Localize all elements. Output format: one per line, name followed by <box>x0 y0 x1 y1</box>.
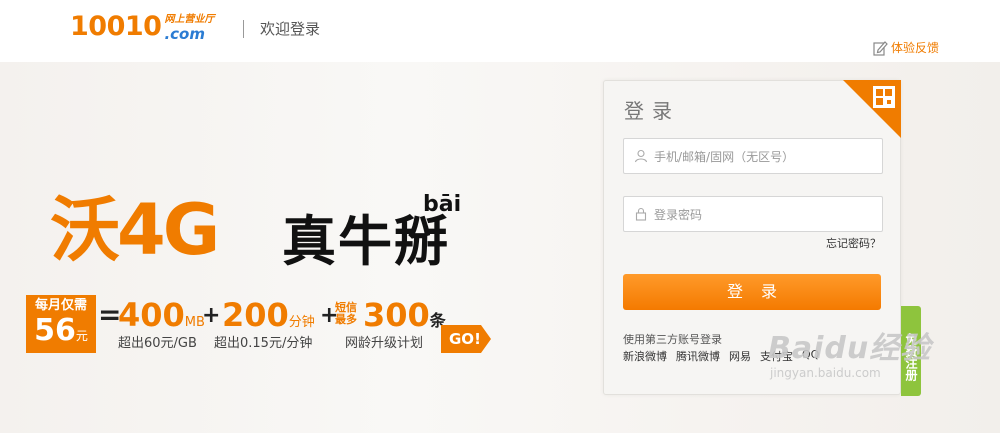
password-placeholder: 登录密码 <box>654 207 703 222</box>
data-sub: 超出60元/GB <box>118 336 197 351</box>
edit-icon <box>873 40 888 56</box>
logo[interactable]: 10010 网上营业厅 .com <box>70 11 214 43</box>
header-divider <box>243 20 244 38</box>
lock-icon <box>635 207 647 221</box>
password-input[interactable]: 登录密码 <box>623 196 883 232</box>
username-placeholder: 手机/邮箱/固网（无区号） <box>654 149 795 164</box>
watermark-url: jingyan.baidu.com <box>770 366 881 380</box>
sms-amount: 300条 <box>363 296 446 334</box>
page-title: 欢迎登录 <box>260 20 321 38</box>
user-icon <box>634 149 648 163</box>
login-button[interactable]: 登录 <box>623 274 881 310</box>
username-input[interactable]: 手机/邮箱/固网（无区号） <box>623 138 883 174</box>
third-party-weibo[interactable]: 新浪微博 <box>623 348 667 364</box>
price-label: 每月仅需 <box>34 298 87 313</box>
voice-amount: 200分钟 <box>222 296 315 334</box>
price-badge: 每月仅需 56元 <box>26 295 96 353</box>
promo-headline: 沃4G <box>50 189 220 271</box>
price-number: 56 <box>34 313 76 348</box>
third-party-label: 使用第三方账号登录 <box>623 333 722 346</box>
watermark-logo: Baidu经验 <box>768 331 932 366</box>
data-amount: 400MB <box>118 296 205 334</box>
header: 10010 网上营业厅 .com 欢迎登录 体验反馈 <box>0 0 1000 62</box>
sms-label: 短信 最多 <box>335 301 357 326</box>
third-party-netease[interactable]: 网易 <box>729 348 751 364</box>
feedback-label: 体验反馈 <box>891 41 940 55</box>
forgot-password-link[interactable]: 忘记密码？ <box>826 235 881 251</box>
go-button[interactable]: GO! <box>441 325 491 353</box>
sms-sub: 网龄升级计划 <box>345 336 424 351</box>
logo-number: 10010 <box>70 11 162 42</box>
qr-code-icon[interactable] <box>843 80 901 138</box>
logo-com: .com <box>164 25 205 43</box>
watermark: Baidu经验 jingyan.baidu.com <box>768 331 932 381</box>
feedback-link[interactable]: 体验反馈 <box>872 39 939 56</box>
plus-sign: + <box>202 303 221 328</box>
login-title: 登录 <box>624 99 680 123</box>
price-unit: 元 <box>75 329 88 343</box>
promo-headline-2: 真牛掰 <box>282 210 450 273</box>
voice-sub: 超出0.15元/分钟 <box>214 336 313 351</box>
third-party-tencent-weibo[interactable]: 腾讯微博 <box>676 348 720 364</box>
